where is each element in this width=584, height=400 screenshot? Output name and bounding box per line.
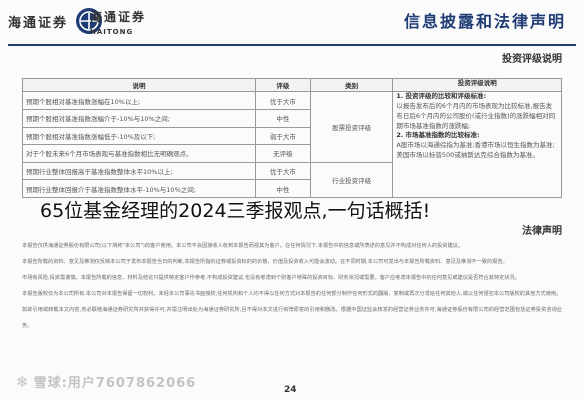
rating-value: 弱于大市	[254, 126, 311, 146]
rating-desc: 对于个股未来6个月市场表现与基准指数相比无明确观点。	[22, 144, 256, 163]
stock-category: 股票投资评级	[309, 91, 394, 163]
rating-value: 优于大市	[254, 91, 311, 111]
industry-category: 行业投资评级	[309, 161, 394, 199]
doc-title: 信息披露和法律声明	[403, 12, 566, 31]
rating-note: 1. 投资评级的比较和评级标准: 以报告发布后的6个月内的市场表现为比较标准,报…	[392, 91, 562, 198]
legal-body: 本报告仅供海通证券股份有限公司(以下简称"本公司")的客户使用。本公司不会因接收…	[22, 238, 562, 334]
note-2-text: A股市场以海通综指为基准;香港市场以恒生指数为基准;美国市场以标普500或纳斯达…	[396, 141, 555, 159]
note-2-title: 市场基准指数的比较标准:	[405, 131, 480, 140]
rating-desc: 预期个股相对基准指数涨幅在10%以上;	[22, 91, 256, 111]
legal-paragraph: 本报告所载的资料、意见及推测仅反映本公司于发布本报告当日的判断,本报告所指的证券…	[22, 259, 508, 265]
rating-value: 中性	[254, 109, 311, 128]
rating-desc: 预期行业整体回报介于基准指数整体水平-10%与10%之间;	[22, 179, 256, 198]
rating-desc: 预期个股相对基准指数涨幅低于-10%及以下;	[22, 126, 256, 146]
header-rating: 评级	[254, 77, 311, 93]
rating-table: 说明 评级 类别 投资评级说明 预期个股相对基准指数涨幅在10%以上; 优于大市…	[22, 77, 562, 199]
snowball-icon: ❄	[16, 373, 30, 391]
rating-table-header: 说明 评级 类别 投资评级说明	[22, 77, 562, 93]
legal-paragraph: 市场有风险,投资需谨慎。本报告所载的信息、材料及结论只提供特定客户作参考,不构成…	[22, 275, 520, 281]
page-number: 24	[284, 385, 297, 395]
rating-value: 中性	[254, 179, 311, 198]
report-page: 海通证券 海通证券 HAITONG 信息披露和法律声明 投资评级说明 说明 评级…	[0, 0, 584, 400]
legal-paragraph: 本报告仅供海通证券股份有限公司(以下简称"本公司")的客户使用。本公司不会因接收…	[22, 243, 464, 249]
legal-section-title: 法律声明	[522, 226, 562, 237]
overlay-caption: 65位基金经理的2024三季报观点,一句话概括!	[40, 200, 431, 222]
note-2-num: 2.	[396, 131, 404, 140]
rating-value: 优于大市	[254, 161, 311, 181]
rating-section-title: 投资评级说明	[502, 54, 562, 65]
note-1-text: 以报告发布后的6个月内的市场表现为比较标准,报告发布日后6个月内的公司股价(或行…	[396, 102, 556, 130]
logo-en-text: HAITONG	[90, 28, 134, 36]
header-category: 类别	[309, 77, 394, 93]
header-note: 投资评级说明	[392, 77, 562, 93]
legal-paragraph: 如欲引用或转载本文内容,务必联络海通证券研究所并获得许可,并需注明出处为海通证券…	[22, 307, 562, 329]
rating-desc: 预期个股相对基准指数涨幅介于-10%与10%之间;	[22, 109, 256, 128]
header-rule	[8, 44, 576, 46]
logo-cn-text: 海通证券	[8, 15, 69, 31]
legal-paragraph: 本报告版权仅为本公司所有,本公司对本报告保留一切权利。未经本公司事先书面授权,任…	[22, 291, 562, 297]
table-row: 预期个股相对基准指数涨幅在10%以上; 优于大市 股票投资评级 1. 投资评级的…	[22, 91, 562, 198]
header-desc: 说明	[22, 77, 256, 93]
watermark-text: 雪球:用户7607862066	[33, 376, 197, 391]
note-1-title: 投资评级的比较和评级标准:	[405, 92, 487, 101]
logo-sub-text: 海通证券	[90, 10, 147, 24]
snowball-watermark: ❄ 雪球:用户7607862066	[12, 372, 196, 391]
rating-value: 无评级	[254, 144, 311, 163]
rating-desc: 预期行业整体回报高于基准指数整体水平10%以上;	[22, 161, 256, 181]
note-1-num: 1.	[396, 92, 404, 101]
